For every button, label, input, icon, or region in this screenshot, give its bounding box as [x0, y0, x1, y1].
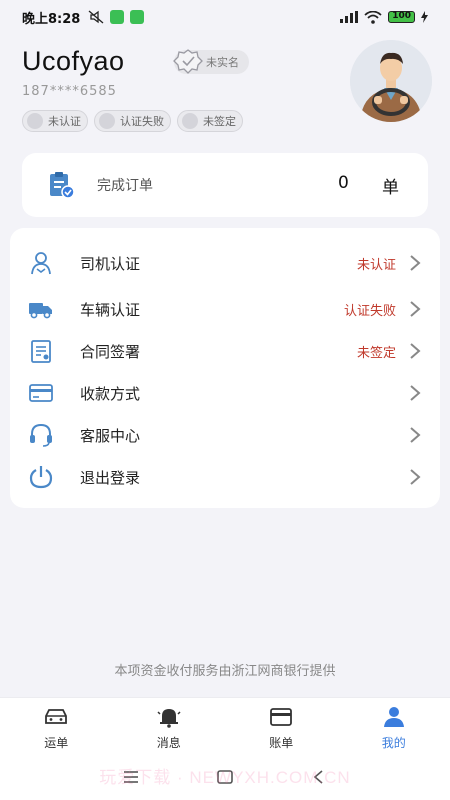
tag-label: 未认证: [48, 115, 81, 128]
menu-item-payment-method[interactable]: 收款方式: [10, 372, 440, 414]
realname-badge-label: 未实名: [206, 56, 239, 69]
status-notification-icons: [88, 10, 145, 24]
tag-contract-status[interactable]: 未签定: [177, 110, 243, 132]
menu-item-label: 合同签署: [80, 342, 141, 361]
menu-item-status: 未签定: [356, 345, 396, 361]
menu-icon[interactable]: [121, 768, 141, 786]
tab-mine[interactable]: 我的: [338, 698, 450, 753]
phone-number: 187****6585: [22, 84, 117, 99]
menu-item-label: 退出登录: [80, 468, 141, 487]
menu-item-customer-service[interactable]: 客服中心: [10, 414, 440, 456]
menu-item-label: 收款方式: [80, 384, 141, 403]
tab-bills[interactable]: 账单: [225, 698, 338, 753]
profile-header: Ucofyao 未实名 187****6585 未认证 认证失败 未签定: [22, 40, 432, 139]
tag-vehicle-status[interactable]: 认证失败: [94, 110, 171, 132]
card-icon: [29, 384, 53, 402]
chevron-right-icon: [410, 469, 421, 485]
tab-label: 消息: [156, 736, 181, 750]
tag-label: 认证失败: [120, 115, 164, 128]
tab-waybill[interactable]: 运单: [0, 698, 113, 753]
bell-icon: [157, 709, 181, 728]
menu-item-label: 车辆认证: [80, 300, 141, 319]
car-icon: [45, 709, 68, 724]
bottom-tab-bar: 运单 消息 账单 我的: [0, 697, 450, 753]
chevron-right-icon: [410, 385, 421, 401]
status-tags: 未认证 认证失败 未签定: [22, 110, 243, 132]
completed-orders-unit: 单: [382, 178, 399, 198]
tab-label: 账单: [269, 736, 294, 750]
completed-orders-label: 完成订单: [97, 178, 153, 194]
tag-label: 未签定: [203, 115, 236, 128]
headset-icon: [30, 423, 52, 447]
menu-item-label: 司机认证: [80, 254, 141, 273]
app-notification-icon: [110, 10, 125, 24]
status-time: 晚上8:28: [22, 11, 81, 27]
truck-tag-icon: [99, 113, 115, 129]
tab-label: 我的: [381, 736, 406, 750]
battery-icon: 100: [388, 11, 415, 23]
menu-item-vehicle-auth[interactable]: 车辆认证 认证失败: [10, 288, 440, 330]
driver-tag-icon: [27, 113, 43, 129]
bank-service-note: 本项资金收付服务由浙江网商银行提供: [114, 664, 336, 679]
truck-icon: [29, 303, 52, 319]
back-icon[interactable]: [309, 768, 329, 786]
username: Ucofyao: [22, 46, 125, 76]
completed-orders-card[interactable]: 完成订单 0 单: [22, 153, 428, 217]
menu-item-logout[interactable]: 退出登录: [10, 456, 440, 498]
charging-icon: [421, 11, 428, 23]
contract-tag-icon: [182, 113, 198, 129]
signal-icon: [340, 11, 359, 23]
wallet-icon: [270, 708, 293, 726]
person-icon: [383, 707, 404, 727]
wifi-icon: [364, 10, 382, 24]
tag-driver-status[interactable]: 未认证: [22, 110, 88, 132]
status-bar: 晚上8:28 100: [0, 0, 450, 34]
driver-avatar-icon: [350, 40, 432, 122]
app-notification-icon: [130, 10, 145, 24]
menu-item-label: 客服中心: [80, 426, 141, 445]
tab-label: 运单: [44, 736, 69, 750]
menu-item-status: 认证失败: [343, 303, 396, 319]
menu-item-driver-auth[interactable]: 司机认证 未认证: [10, 242, 440, 284]
chevron-right-icon: [410, 427, 421, 443]
home-icon[interactable]: [215, 768, 235, 786]
contract-icon: [31, 340, 51, 363]
completed-orders-count: 0: [338, 173, 349, 193]
menu-item-contract[interactable]: 合同签署 未签定: [10, 330, 440, 372]
verified-shield-icon: [173, 49, 203, 74]
menu-list: 司机认证 未认证 车辆认证 认证失败 合同签署 未签定 收款方式 客服中心 退出…: [10, 228, 440, 508]
chevron-right-icon: [410, 255, 421, 271]
avatar[interactable]: [350, 40, 432, 122]
clipboard-check-icon: [50, 172, 75, 199]
chevron-right-icon: [410, 301, 421, 317]
driver-icon: [31, 252, 51, 275]
realname-badge[interactable]: 未实名: [173, 49, 249, 74]
menu-item-status: 未认证: [356, 257, 396, 273]
chevron-right-icon: [410, 343, 421, 359]
mute-icon: [88, 10, 104, 24]
tab-messages[interactable]: 消息: [113, 698, 226, 753]
power-icon: [29, 466, 53, 489]
system-nav-bar: [0, 753, 450, 800]
